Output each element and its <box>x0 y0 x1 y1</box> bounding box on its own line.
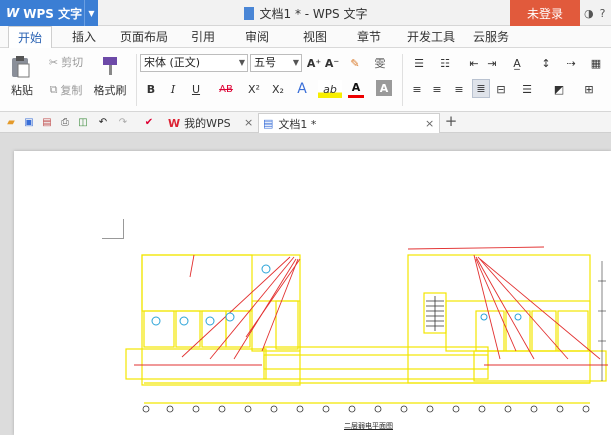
font-name-value: 宋体 (正文) <box>144 56 201 69</box>
scissors-icon: ✂ <box>48 55 59 69</box>
superscript-button[interactable]: X² <box>244 80 264 98</box>
tab-insert[interactable]: 插入 <box>64 26 104 48</box>
subscript-button[interactable]: X₂ <box>268 80 288 98</box>
divider <box>402 54 403 106</box>
line-spacing-icon[interactable]: ☰ <box>516 80 538 98</box>
bullet-list-icon[interactable]: ☰ <box>408 54 430 72</box>
align-right-icon[interactable]: ≡ <box>452 80 466 98</box>
app-name: WPS 文字 <box>23 6 83 21</box>
sort-icon[interactable]: ↕ <box>538 54 554 72</box>
tab-label: 我的WPS <box>184 117 231 130</box>
drawing-title: 二层弱电平面图 <box>344 422 393 430</box>
tab-developer[interactable]: 开发工具 <box>404 26 458 48</box>
chevron-down-icon: ▼ <box>292 58 299 67</box>
document-workspace[interactable]: 二层弱电平面图 <box>0 133 611 435</box>
ribbon: 粘贴 ✂ 剪切 ⧉ 复制 格式刷 宋体 (正文) ▼ 五号 ▼ A⁺ A⁻ ✎ 雯 B … <box>0 48 611 112</box>
print-preview-icon[interactable]: ◫ <box>76 115 90 129</box>
numbered-list-icon[interactable]: ☷ <box>434 54 456 72</box>
text-effect-button[interactable]: A <box>294 80 310 98</box>
tab-section[interactable]: 章节 <box>352 26 386 48</box>
copy-label: 复制 <box>60 84 83 97</box>
justify-icon[interactable]: ≣ <box>472 79 490 98</box>
help-icon[interactable]: ? <box>600 7 606 20</box>
print-icon[interactable]: ⎙ <box>58 115 72 129</box>
chevron-down-icon[interactable]: ▼ <box>84 0 98 26</box>
increase-indent-icon[interactable]: ⇥ <box>484 54 500 72</box>
tab-my-wps[interactable]: W 我的WPS × <box>164 113 256 133</box>
copy-button[interactable]: ⧉ 复制 <box>44 82 88 98</box>
decrease-indent-icon[interactable]: ⇤ <box>466 54 482 72</box>
table-icon[interactable]: ▦ <box>586 54 606 72</box>
tab-view[interactable]: 视图 <box>298 26 332 48</box>
clear-format-button[interactable]: ✎ <box>346 55 364 71</box>
cut-label: 剪切 <box>61 56 84 69</box>
export-pdf-icon[interactable]: ▤ <box>40 115 54 129</box>
show-marks-icon[interactable]: ⇢ <box>560 54 582 72</box>
underline-button[interactable]: U <box>186 80 206 98</box>
cut-button[interactable]: ✂ 剪切 <box>44 54 88 70</box>
new-tab-button[interactable]: + <box>444 112 458 130</box>
paste-button[interactable]: 粘贴 <box>4 82 40 98</box>
shading-icon[interactable]: ◩ <box>548 80 570 98</box>
close-icon[interactable]: × <box>244 116 253 129</box>
strikethrough-button[interactable]: AB <box>212 80 240 98</box>
font-name-select[interactable]: 宋体 (正文) ▼ <box>140 54 248 72</box>
chinese-layout-icon[interactable]: A̲ <box>506 54 528 72</box>
tab-home[interactable]: 开始 <box>8 26 52 49</box>
distributed-icon[interactable]: ⊟ <box>494 80 508 98</box>
app-menu-button[interactable]: W WPS 文字 ▼ <box>0 0 98 26</box>
divider <box>136 54 137 106</box>
align-center-icon[interactable]: ≡ <box>430 80 444 98</box>
title-icons: ◑ ? <box>584 0 605 26</box>
shrink-font-button[interactable]: A⁻ <box>324 55 340 71</box>
document-page[interactable]: 二层弱电平面图 <box>14 151 611 435</box>
border-icon[interactable]: ⊞ <box>578 80 600 98</box>
close-icon[interactable]: × <box>425 117 434 130</box>
window-title-text: 文档1 * - WPS 文字 <box>259 6 368 21</box>
skin-icon[interactable]: ◑ <box>584 7 594 20</box>
floor-plan-image[interactable] <box>14 151 611 435</box>
tab-references[interactable]: 引用 <box>186 26 220 48</box>
font-color-button[interactable]: A <box>348 80 364 98</box>
login-button[interactable]: 未登录 <box>510 0 580 26</box>
font-size-select[interactable]: 五号 ▼ <box>250 54 302 72</box>
format-painter-icon[interactable] <box>98 54 122 78</box>
grow-font-button[interactable]: A⁺ <box>306 55 322 71</box>
highlight-button[interactable]: ab <box>318 80 342 98</box>
copy-icon: ⧉ <box>49 83 58 96</box>
wps-logo-icon: W <box>168 116 181 130</box>
char-shading-button[interactable]: A <box>376 80 392 96</box>
menu-bar: 开始 插入 页面布局 引用 审阅 视图 章节 开发工具 云服务 <box>0 26 611 49</box>
wps-logo-icon: W <box>6 6 20 20</box>
align-left-icon[interactable]: ≡ <box>410 80 424 98</box>
tab-label: 文档1 * <box>278 117 317 131</box>
font-size-value: 五号 <box>254 56 276 69</box>
undo-icon[interactable]: ↶ <box>96 115 110 129</box>
italic-button[interactable]: I <box>166 80 180 98</box>
format-painter-button[interactable]: 格式刷 <box>90 82 130 98</box>
tab-cloud[interactable]: 云服务 <box>470 26 512 48</box>
redo-icon[interactable]: ↷ <box>116 115 130 129</box>
document-icon: ▤ <box>263 117 274 130</box>
tab-page-layout[interactable]: 页面布局 <box>118 26 170 48</box>
pinyin-button[interactable]: 雯 <box>368 55 392 71</box>
paste-icon[interactable] <box>6 54 34 80</box>
quick-access-bar: ▰ ▣ ▤ ⎙ ◫ ↶ ↷ ✔ W 我的WPS × ▤ 文档1 * × + <box>0 112 611 133</box>
bold-button[interactable]: B <box>144 80 158 98</box>
tab-document1[interactable]: ▤ 文档1 * × <box>258 113 440 133</box>
title-bar: W WPS 文字 ▼ 文档1 * - WPS 文字 未登录 ◑ ? <box>0 0 611 26</box>
open-folder-icon[interactable]: ▰ <box>4 115 18 129</box>
chevron-down-icon: ▼ <box>238 58 245 67</box>
document-icon <box>243 6 254 20</box>
tab-review[interactable]: 审阅 <box>240 26 274 48</box>
customize-toolbar-icon[interactable]: ✔ <box>142 115 156 129</box>
save-icon[interactable]: ▣ <box>22 115 36 129</box>
